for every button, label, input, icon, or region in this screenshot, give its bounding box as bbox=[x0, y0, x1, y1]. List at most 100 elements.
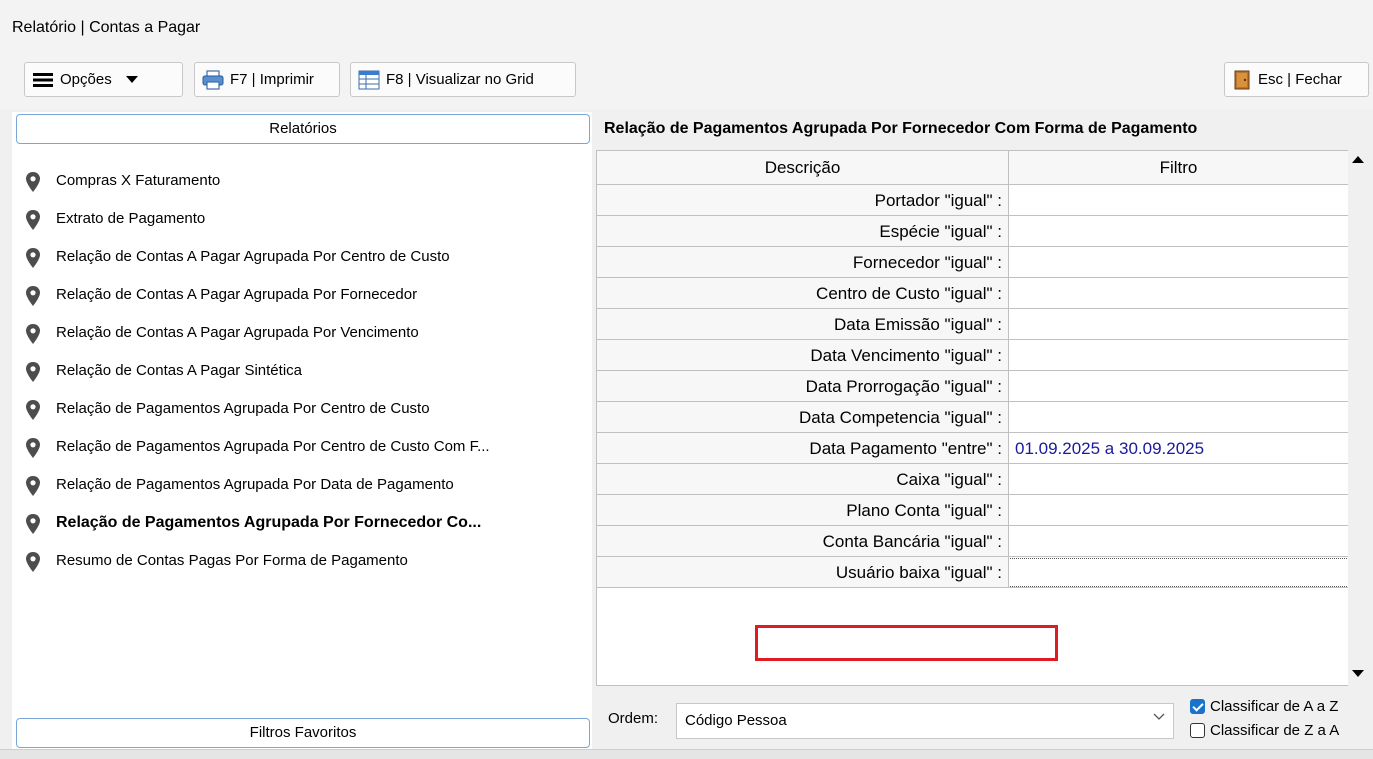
row-filter-value[interactable] bbox=[1009, 464, 1349, 495]
row-description: Data Prorrogação "igual" : bbox=[597, 371, 1009, 402]
report-item-label: Extrato de Pagamento bbox=[56, 210, 206, 227]
row-filter-value[interactable] bbox=[1009, 309, 1349, 340]
sort-asc-checkbox[interactable]: Classificar de A a Z bbox=[1190, 698, 1338, 715]
door-icon bbox=[1234, 70, 1250, 89]
report-item-label: Compras X Faturamento bbox=[56, 172, 221, 189]
order-select-value: Código Pessoa bbox=[685, 712, 787, 729]
map-pin-icon bbox=[26, 210, 40, 230]
row-filter-value[interactable] bbox=[1009, 526, 1349, 557]
report-item-label: Relação de Pagamentos Agrupada Por Centr… bbox=[56, 400, 430, 417]
grid-icon bbox=[358, 70, 380, 89]
row-filter-value[interactable] bbox=[1009, 278, 1349, 309]
row-description: Data Emissão "igual" : bbox=[597, 309, 1009, 340]
report-item[interactable]: Compras X Faturamento bbox=[12, 163, 592, 201]
grid-scrollbar[interactable] bbox=[1348, 150, 1368, 686]
report-item-label: Relação de Contas A Pagar Sintética bbox=[56, 362, 302, 379]
table-row[interactable]: Data Pagamento "entre" :01.09.2025 a 30.… bbox=[597, 433, 1354, 464]
report-list: Compras X Faturamento Extrato de Pagament… bbox=[12, 163, 592, 581]
caret-down-icon bbox=[125, 75, 138, 83]
report-item[interactable]: Relação de Pagamentos Agrupada Por Centr… bbox=[12, 429, 592, 467]
map-pin-icon bbox=[26, 362, 40, 382]
report-item[interactable]: Relação de Contas A Pagar Agrupada Por V… bbox=[12, 315, 592, 353]
sort-desc-checkbox[interactable]: Classificar de Z a A bbox=[1190, 722, 1339, 739]
print-label: F7 | Imprimir bbox=[230, 71, 314, 88]
printer-icon bbox=[202, 69, 224, 90]
grid-view-button[interactable]: F8 | Visualizar no Grid bbox=[350, 62, 576, 97]
report-item-label: Relação de Pagamentos Agrupada Por Data … bbox=[56, 476, 454, 493]
row-filter-value[interactable] bbox=[1009, 185, 1349, 216]
row-filter-value[interactable] bbox=[1009, 495, 1349, 526]
table-row[interactable]: Data Competencia "igual" : bbox=[597, 402, 1354, 433]
report-item-label: Relação de Contas A Pagar Agrupada Por F… bbox=[56, 286, 418, 303]
map-pin-icon bbox=[26, 172, 40, 192]
report-item[interactable]: Relação de Contas A Pagar Agrupada Por C… bbox=[12, 239, 592, 277]
checkbox-asc-box[interactable] bbox=[1190, 699, 1205, 714]
favorite-filters-button[interactable]: Filtros Favoritos bbox=[16, 718, 590, 748]
report-item-label: Relação de Contas A Pagar Agrupada Por V… bbox=[56, 324, 419, 341]
menu-icon bbox=[33, 72, 53, 87]
report-item[interactable]: Extrato de Pagamento bbox=[12, 201, 592, 239]
order-select[interactable]: Código Pessoa bbox=[676, 703, 1174, 739]
row-filter-value[interactable] bbox=[1009, 402, 1349, 433]
row-description: Centro de Custo "igual" : bbox=[597, 278, 1009, 309]
table-row[interactable]: Usuário baixa "igual" : bbox=[597, 557, 1354, 588]
window-title: Relatório | Contas a Pagar bbox=[12, 19, 201, 36]
title-bar: Relatório | Contas a Pagar bbox=[0, 0, 1373, 58]
map-pin-icon bbox=[26, 438, 40, 458]
map-pin-icon bbox=[26, 552, 40, 572]
table-row[interactable]: Data Vencimento "igual" : bbox=[597, 340, 1354, 371]
table-row[interactable]: Espécie "igual" : bbox=[597, 216, 1354, 247]
report-item[interactable]: Relação de Contas A Pagar Agrupada Por F… bbox=[12, 277, 592, 315]
table-row[interactable]: Data Emissão "igual" : bbox=[597, 309, 1354, 340]
table-row[interactable]: Plano Conta "igual" : bbox=[597, 495, 1354, 526]
report-item[interactable]: Relação de Contas A Pagar Sintética bbox=[12, 353, 592, 391]
report-item[interactable]: Relação de Pagamentos Agrupada Por Centr… bbox=[12, 391, 592, 429]
sort-asc-label: Classificar de A a Z bbox=[1210, 698, 1339, 715]
row-description: Data Vencimento "igual" : bbox=[597, 340, 1009, 371]
reports-panel: Relatórios Compras X Faturamento Extrato … bbox=[12, 112, 592, 752]
row-description: Conta Bancária "igual" : bbox=[597, 526, 1009, 557]
reports-header[interactable]: Relatórios bbox=[16, 114, 590, 144]
map-pin-icon bbox=[26, 324, 40, 344]
row-filter-value[interactable]: 01.09.2025 a 30.09.2025 bbox=[1009, 433, 1349, 464]
order-label: Ordem: bbox=[608, 710, 659, 727]
row-filter-value[interactable] bbox=[1009, 247, 1349, 278]
report-item-label: Relação de Pagamentos Agrupada Por Forne… bbox=[56, 514, 482, 531]
scroll-up-icon[interactable] bbox=[1352, 156, 1364, 163]
report-item[interactable]: Relação de Pagamentos Agrupada Por Data … bbox=[12, 467, 592, 505]
grid-view-label: F8 | Visualizar no Grid bbox=[386, 71, 534, 88]
row-description: Data Pagamento "entre" : bbox=[597, 433, 1009, 464]
map-pin-icon bbox=[26, 248, 40, 268]
checkbox-desc-box[interactable] bbox=[1190, 723, 1205, 738]
map-pin-icon bbox=[26, 514, 40, 534]
close-button[interactable]: Esc | Fechar bbox=[1224, 62, 1369, 97]
row-description: Espécie "igual" : bbox=[597, 216, 1009, 247]
print-button[interactable]: F7 | Imprimir bbox=[194, 62, 340, 97]
table-row[interactable]: Data Prorrogação "igual" : bbox=[597, 371, 1354, 402]
row-filter-value[interactable] bbox=[1009, 216, 1349, 247]
highlight-annotation bbox=[755, 625, 1058, 661]
table-row[interactable]: Portador "igual" : bbox=[597, 185, 1354, 216]
chevron-down-icon bbox=[1153, 713, 1165, 720]
sort-desc-label: Classificar de Z a A bbox=[1210, 722, 1340, 739]
report-item-label: Resumo de Contas Pagas Por Forma de Paga… bbox=[56, 552, 408, 569]
report-item[interactable]: Relação de Pagamentos Agrupada Por Forne… bbox=[12, 505, 592, 543]
row-filter-value[interactable] bbox=[1009, 557, 1349, 588]
table-row[interactable]: Conta Bancária "igual" : bbox=[597, 526, 1354, 557]
table-row[interactable]: Fornecedor "igual" : bbox=[597, 247, 1354, 278]
filter-grid: Descrição Filtro Portador "igual" : Espéc… bbox=[596, 150, 1353, 686]
table-row[interactable]: Centro de Custo "igual" : bbox=[597, 278, 1354, 309]
row-filter-value[interactable] bbox=[1009, 371, 1349, 402]
row-description: Caixa "igual" : bbox=[597, 464, 1009, 495]
table-row[interactable]: Caixa "igual" : bbox=[597, 464, 1354, 495]
report-item[interactable]: Resumo de Contas Pagas Por Forma de Paga… bbox=[12, 543, 592, 581]
row-description: Usuário baixa "igual" : bbox=[597, 557, 1009, 588]
filters-panel: Relação de Pagamentos Agrupada Por Forne… bbox=[596, 112, 1373, 758]
column-header-filter[interactable]: Filtro bbox=[1009, 151, 1349, 185]
close-label: Esc | Fechar bbox=[1258, 71, 1342, 88]
options-button[interactable]: Opções bbox=[24, 62, 183, 97]
scroll-down-icon[interactable] bbox=[1352, 670, 1364, 677]
row-filter-value[interactable] bbox=[1009, 340, 1349, 371]
toolbar: Opções F7 | Imprimir F8 | Visualizar no … bbox=[0, 58, 1373, 110]
column-header-description[interactable]: Descrição bbox=[597, 151, 1009, 185]
